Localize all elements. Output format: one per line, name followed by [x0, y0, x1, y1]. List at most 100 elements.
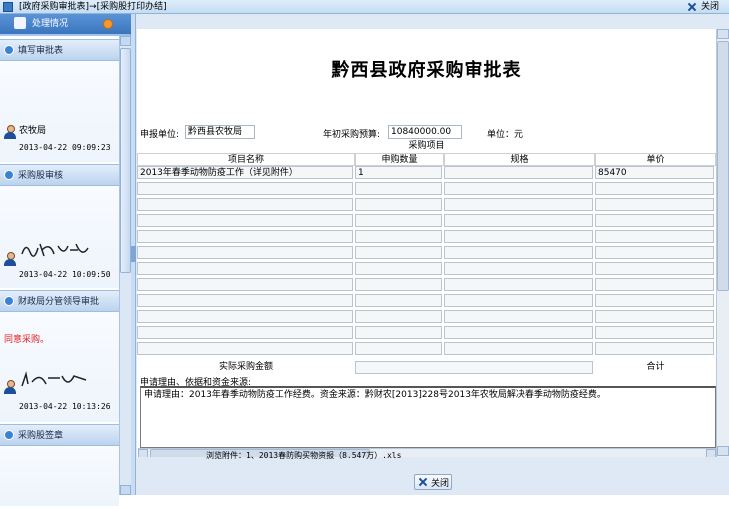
table-cell[interactable]: [355, 294, 442, 307]
table-cell[interactable]: [444, 342, 593, 355]
close-icon: [417, 477, 429, 487]
table-cell[interactable]: [137, 182, 353, 195]
sidebar-section-title: 填写审批表: [18, 46, 64, 56]
table-cell[interactable]: [444, 262, 593, 275]
table-cell[interactable]: [355, 278, 442, 291]
table-row: [137, 310, 716, 323]
step-icon: [4, 45, 14, 55]
table-cell[interactable]: 85470: [595, 166, 714, 179]
table-cell[interactable]: [444, 310, 593, 323]
table-cell[interactable]: [137, 246, 353, 259]
table-cell[interactable]: [444, 246, 593, 259]
signer-name: 农牧局: [19, 126, 47, 136]
table-row: [137, 294, 716, 307]
table-cell[interactable]: 2013年春季动物防疫工作（详见附件）: [137, 166, 353, 179]
table-cell[interactable]: [355, 262, 442, 275]
sidebar-scrollbar[interactable]: [119, 36, 131, 495]
table-cell[interactable]: [355, 198, 442, 211]
table-cell[interactable]: [355, 230, 442, 243]
scroll-down-button[interactable]: [120, 485, 131, 495]
table-cell[interactable]: [444, 230, 593, 243]
unit-field[interactable]: 黔西县农牧局: [185, 125, 255, 139]
table-cell[interactable]: [444, 326, 593, 339]
table-row: [137, 342, 716, 355]
scroll-left-button[interactable]: [138, 449, 148, 457]
currency-label: 单位：元: [487, 130, 524, 140]
sidebar-section-approval[interactable]: 财政局分管领导审批: [0, 290, 119, 312]
table-cell[interactable]: [595, 262, 714, 275]
table-cell[interactable]: [137, 214, 353, 227]
table-cell[interactable]: [444, 214, 593, 227]
table-cell[interactable]: [595, 198, 714, 211]
table-cell[interactable]: [137, 342, 353, 355]
scroll-up-button[interactable]: [120, 36, 131, 46]
table-cell[interactable]: [595, 294, 714, 307]
table-cell[interactable]: [444, 166, 593, 179]
table-cell[interactable]: [137, 262, 353, 275]
sidebar-collapse-button[interactable]: [103, 19, 113, 29]
scroll-thumb[interactable]: [120, 48, 131, 273]
table-cell[interactable]: [595, 342, 714, 355]
table-cell[interactable]: [355, 326, 442, 339]
attachment-line: 浏览附件：1、2013春防购买物资报（8.547万）.xls: [206, 450, 401, 461]
table-row: [137, 278, 716, 291]
scroll-right-button[interactable]: [706, 449, 716, 457]
table-cell[interactable]: [137, 326, 353, 339]
window-close-button[interactable]: 关闭: [686, 0, 719, 14]
scroll-thumb[interactable]: [717, 41, 729, 291]
document-icon: [14, 17, 26, 29]
column-header: 项目名称: [137, 153, 355, 166]
sidebar-section-seal[interactable]: 采购股签章: [0, 424, 119, 446]
table-cell[interactable]: [355, 310, 442, 323]
actual-amount-field[interactable]: [355, 361, 593, 374]
sidebar-section-body: 同意采购。 2013-04-22 10:13:26: [0, 312, 119, 422]
table-row: [137, 246, 716, 259]
step-icon: [4, 430, 14, 440]
sidebar-section-body: 2013-04-22 10:09:50: [0, 186, 119, 288]
attachment-link[interactable]: 1、2013春防购买物资报（8.547万）.xls: [246, 451, 401, 460]
step-timestamp: 2013-04-22 10:13:26: [19, 402, 111, 411]
sidebar-section-title: 采购股签章: [18, 431, 64, 441]
table-cell[interactable]: [595, 326, 714, 339]
table-cell[interactable]: [444, 294, 593, 307]
table-row: [137, 262, 716, 275]
table-cell[interactable]: [595, 310, 714, 323]
table-row: [137, 198, 716, 211]
table-cell[interactable]: [595, 182, 714, 195]
table-cell[interactable]: [137, 230, 353, 243]
total-label: 合计: [646, 362, 665, 372]
attachment-label: 浏览附件：: [206, 451, 246, 460]
table-cell[interactable]: [595, 214, 714, 227]
table-cell[interactable]: [137, 294, 353, 307]
table-cell[interactable]: 1: [355, 166, 442, 179]
table-cell[interactable]: [444, 182, 593, 195]
app-icon: [3, 2, 13, 12]
sidebar-section-fill[interactable]: 填写审批表: [0, 39, 119, 61]
scroll-up-button[interactable]: [717, 29, 729, 39]
user-icon: [4, 380, 16, 394]
reason-textarea[interactable]: 申请理由：2013年春季动物防疫工作经费。资金来源：黔财农[2013]228号2…: [140, 386, 716, 448]
window-close-label: 关闭: [701, 2, 720, 12]
main-area: 黔西县政府采购审批表 申报单位: 黔西县农牧局 年初采购预算: 10840000…: [136, 14, 729, 495]
table-header-row: 项目名称 申购数量 规格 单价: [137, 153, 716, 166]
table-cell[interactable]: [355, 214, 442, 227]
sidebar-section-body: [0, 446, 119, 506]
budget-field[interactable]: 10840000.00: [388, 125, 462, 139]
table-cell[interactable]: [355, 246, 442, 259]
table-cell[interactable]: [595, 246, 714, 259]
table-cell[interactable]: [595, 278, 714, 291]
table-cell[interactable]: [595, 230, 714, 243]
document-scrollbar[interactable]: [716, 29, 729, 457]
table-cell[interactable]: [137, 198, 353, 211]
table-cell[interactable]: [137, 278, 353, 291]
sidebar-section-review[interactable]: 采购股审核: [0, 164, 119, 186]
sidebar-header: 处理情况: [0, 14, 131, 34]
table-cell[interactable]: [355, 342, 442, 355]
table-cell[interactable]: [444, 278, 593, 291]
close-button[interactable]: 关闭: [414, 474, 452, 490]
table-cell[interactable]: [444, 198, 593, 211]
sidebar: 处理情况 填写审批表 农牧局 2013-04-22 09:09:23 采购股审核…: [0, 14, 131, 509]
table-cell[interactable]: [355, 182, 442, 195]
table-cell[interactable]: [137, 310, 353, 323]
scroll-down-button[interactable]: [717, 446, 729, 456]
